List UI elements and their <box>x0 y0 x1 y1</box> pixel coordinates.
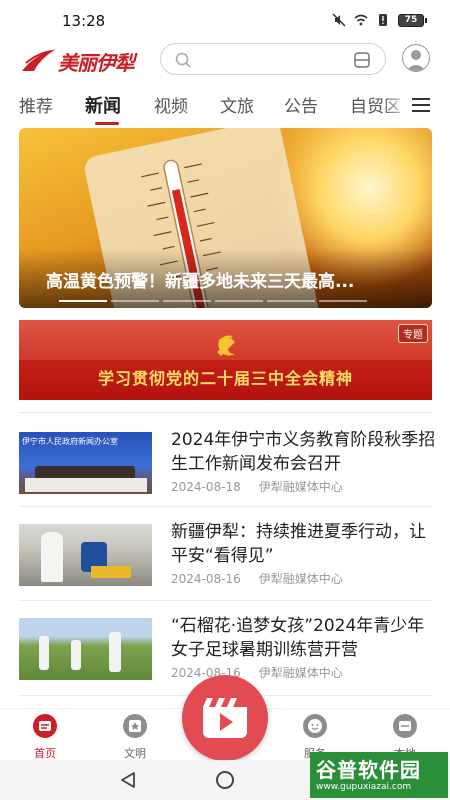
news-meta: 2024-08-18 伊犁融媒体中心 <box>171 478 343 495</box>
tab-notice[interactable]: 公告 <box>284 92 318 117</box>
thumb-sign <box>91 566 131 578</box>
app-header: 美丽伊犁 <box>0 40 450 80</box>
news-source: 伊犁融媒体中心 <box>258 572 343 586</box>
watermark: 谷普软件园 www.gupuxiazai.com <box>310 752 448 798</box>
clapperboard-icon <box>203 698 247 738</box>
service-icon <box>303 714 327 738</box>
active-tab-indicator <box>95 122 119 125</box>
nav-home-label: 首页 <box>34 747 56 760</box>
nav-civility-label: 文明 <box>124 747 146 760</box>
thumb-person <box>41 532 63 582</box>
tab-news[interactable]: 新闻 <box>85 92 121 118</box>
thumb-player <box>109 632 121 672</box>
local-icon <box>393 714 417 738</box>
channel-tabs: 推荐 新闻 视频 文旅 公告 自贸区 <box>0 88 450 125</box>
back-icon[interactable] <box>120 771 136 789</box>
news-item[interactable]: 新疆伊犁：持续推进夏季行动，让平安“看得见” 2024-08-16 伊犁融媒体中心 <box>19 520 432 600</box>
carousel-dot <box>111 300 159 302</box>
logo-text: 美丽伊犁 <box>58 51 135 75</box>
news-source: 伊犁融媒体中心 <box>258 666 343 680</box>
hero-carousel[interactable]: 高温黄色预警！新疆多地未来三天最高... <box>19 128 432 308</box>
news-date: 2024-08-18 <box>171 480 241 494</box>
watermark-title: 谷普软件园 <box>316 758 421 782</box>
hero-caption[interactable]: 高温黄色预警！新疆多地未来三天最高... <box>46 267 354 292</box>
search-icon <box>175 52 191 68</box>
party-emblem-icon <box>217 335 235 356</box>
news-meta: 2024-08-16 伊犁融媒体中心 <box>171 664 343 681</box>
carousel-dot <box>59 300 107 302</box>
special-topic-banner[interactable]: 学习贯彻党的二十届三中全会精神 专题 <box>19 320 432 400</box>
news-thumbnail <box>19 618 152 680</box>
home-button-icon[interactable] <box>216 771 234 789</box>
app-logo: 美丽伊犁 <box>20 43 148 77</box>
thumb-player <box>71 640 81 670</box>
user-avatar-icon[interactable] <box>402 44 430 72</box>
status-time: 13:28 <box>62 12 106 30</box>
carousel-dot <box>215 300 263 302</box>
banner-title: 学习贯彻党的二十届三中全会精神 <box>97 369 353 388</box>
thumb-table <box>25 478 147 492</box>
nav-civility[interactable]: 文明 <box>107 713 163 761</box>
news-source: 伊犁融媒体中心 <box>258 480 343 494</box>
status-icons: 75 <box>332 13 427 27</box>
news-item[interactable]: 伊宁市人民政府新闻办公室 2024年伊宁市义务教育阶段秋季招生工作新闻发布会召开… <box>19 428 435 508</box>
carousel-indicator <box>59 300 367 302</box>
news-title[interactable]: “石榴花·追梦女孩”2024年青少年女子足球暑期训练营开营 <box>171 614 436 662</box>
news-thumbnail <box>19 524 152 586</box>
carousel-dot <box>163 300 211 302</box>
news-title[interactable]: 新疆伊犁：持续推进夏季行动，让平安“看得见” <box>171 520 436 568</box>
nav-home[interactable]: 首页 <box>17 713 73 761</box>
civility-icon <box>123 714 147 738</box>
news-title[interactable]: 2024年伊宁市义务教育阶段秋季招生工作新闻发布会召开 <box>171 428 436 476</box>
status-bar: 13:28 75 <box>0 0 450 40</box>
carousel-dot <box>319 300 367 302</box>
scan-icon[interactable] <box>353 51 371 69</box>
tab-video[interactable]: 视频 <box>154 92 188 117</box>
carousel-dot <box>267 300 315 302</box>
divider <box>19 600 432 601</box>
alert-icon <box>379 14 387 26</box>
news-meta: 2024-08-16 伊犁融媒体中心 <box>171 570 343 587</box>
watermark-url: www.gupuxiazai.com <box>316 782 412 792</box>
tab-culture-tourism[interactable]: 文旅 <box>220 92 254 117</box>
menu-icon[interactable] <box>412 98 430 116</box>
news-thumbnail: 伊宁市人民政府新闻办公室 <box>19 432 152 494</box>
logo-swoosh-icon <box>22 49 56 71</box>
divider <box>19 506 432 507</box>
wifi-icon <box>354 14 368 26</box>
search-input[interactable] <box>160 43 386 75</box>
news-date: 2024-08-16 <box>171 572 241 586</box>
divider <box>19 412 432 413</box>
tab-recommend[interactable]: 推荐 <box>19 92 53 117</box>
thumb-player <box>39 636 49 670</box>
thumb-caption: 伊宁市人民政府新闻办公室 <box>22 437 118 446</box>
tab-fade <box>382 88 412 124</box>
special-topic-tag: 专题 <box>398 324 428 343</box>
home-icon <box>33 714 57 738</box>
mute-icon <box>332 13 346 27</box>
video-fab-button[interactable] <box>182 675 268 761</box>
battery-icon: 75 <box>398 13 427 27</box>
